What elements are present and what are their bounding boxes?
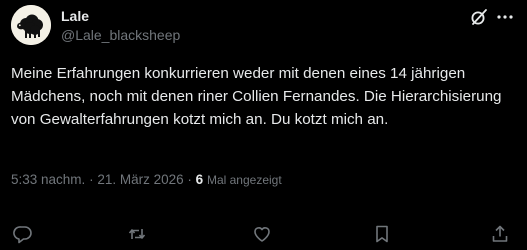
tweet-time[interactable]: 5:33 nachm. [11, 172, 85, 187]
action-bar [0, 222, 527, 246]
author-handle[interactable]: @Lale_blacksheep [61, 27, 180, 43]
author-name[interactable]: Lale [61, 8, 89, 24]
views-count: 6 [195, 172, 204, 187]
tweet-text: Meine Erfahrungen konkurrieren weder mit… [11, 65, 502, 128]
views-label: Mal angezeigt [206, 173, 282, 187]
grok-icon[interactable] [469, 7, 489, 27]
tweet: Lale @Lale_blacksheep Meine Erfahrungen … [0, 0, 527, 250]
tweet-date[interactable]: 21. März 2026 [97, 172, 183, 187]
like-icon[interactable] [250, 222, 274, 246]
more-icon[interactable] [495, 9, 515, 25]
retweet-icon[interactable] [125, 222, 149, 246]
bookmark-icon[interactable] [370, 222, 394, 246]
avatar[interactable] [11, 5, 51, 45]
meta-separator: · [89, 172, 94, 187]
reply-icon[interactable] [11, 222, 35, 246]
meta-separator-2: · [187, 172, 192, 187]
black-sheep-icon [11, 5, 51, 45]
tweet-meta: 5:33 nachm. · 21. März 2026 · 6 Mal ange… [11, 172, 282, 187]
share-icon[interactable] [488, 222, 512, 246]
